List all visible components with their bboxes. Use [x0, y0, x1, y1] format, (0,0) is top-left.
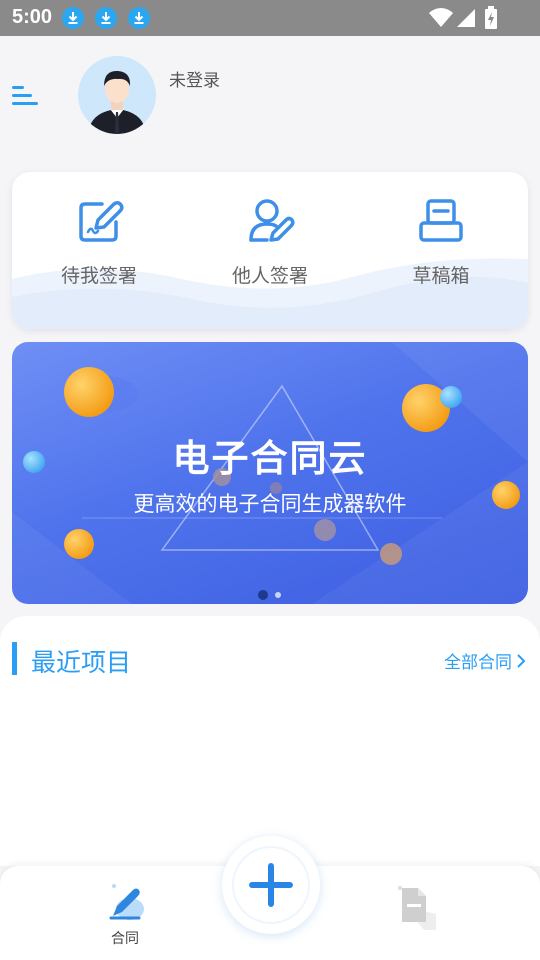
- tab-contract[interactable]: 合同: [100, 882, 150, 948]
- contract-pen-icon: [109, 884, 144, 920]
- carousel-dot-active[interactable]: [258, 590, 268, 600]
- promo-banner[interactable]: 电子合同云 更高效的电子合同生成器软件: [12, 342, 528, 604]
- carousel-indicator: [257, 586, 287, 604]
- sign-pen-icon: [79, 200, 124, 242]
- banner-subtitle: 更高效的电子合同生成器软件: [133, 492, 407, 516]
- recent-projects-title: 最近项目: [31, 648, 132, 677]
- quick-action-others-sign[interactable]: 他人签署: [190, 196, 350, 288]
- download-notification-icon: [95, 7, 117, 29]
- status-time: 5:00: [12, 6, 53, 28]
- tab-documents[interactable]: [396, 884, 440, 938]
- drafts-box-icon: [419, 199, 463, 242]
- download-notification-icon: [128, 7, 150, 29]
- login-status[interactable]: 未登录: [169, 66, 220, 91]
- recent-projects-panel: 最近项目 全部合同: [0, 616, 540, 866]
- person-pen-icon: [249, 199, 295, 242]
- quick-actions-card: 待我签署 他人签署 草稿箱: [12, 172, 528, 329]
- fab-inner: [232, 846, 310, 924]
- create-contract-button[interactable]: [222, 836, 320, 934]
- plus-icon: [249, 863, 293, 907]
- quick-action-label: 草稿箱: [412, 265, 470, 287]
- quick-action-drafts[interactable]: 草稿箱: [361, 196, 521, 288]
- wifi-icon: [429, 8, 453, 27]
- all-contracts-link[interactable]: 全部合同: [444, 648, 526, 673]
- carousel-dot[interactable]: [275, 592, 281, 598]
- section-accent-bar: [12, 642, 17, 675]
- avatar[interactable]: [78, 56, 156, 134]
- status-bar: 5:00: [0, 0, 540, 36]
- quick-action-label: 待我签署: [60, 265, 137, 287]
- tab-contract-label: 合同: [111, 931, 139, 947]
- all-contracts-label: 全部合同: [444, 653, 512, 673]
- user-avatar-icon: [88, 70, 146, 134]
- quick-action-label: 他人签署: [231, 265, 308, 287]
- battery-icon: [485, 6, 497, 29]
- menu-icon[interactable]: [12, 84, 40, 108]
- download-notification-icon: [62, 7, 84, 29]
- banner-title: 电子合同云: [172, 437, 368, 480]
- document-icon: [398, 886, 436, 930]
- quick-action-to-sign[interactable]: 待我签署: [19, 196, 179, 288]
- chevron-right-icon: [517, 653, 526, 668]
- signal-icon: [457, 9, 475, 27]
